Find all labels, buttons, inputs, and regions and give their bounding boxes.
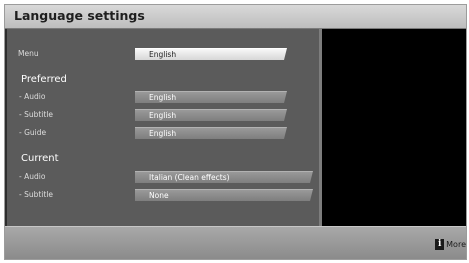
preferred-guide-field[interactable]: English [135,127,287,139]
preferred-subtitle-field[interactable]: English [135,109,287,121]
more-button[interactable]: i More [435,238,466,250]
current-subtitle-field[interactable]: None [135,189,313,201]
footer-bar: i More [5,226,466,259]
menu-language-field[interactable]: English [135,48,287,60]
title-bar: Language settings [5,5,466,29]
current-heading: Current [21,153,59,164]
current-subtitle-label: - Subtitle [19,190,54,199]
preferred-audio-field[interactable]: English [135,91,287,103]
preferred-guide-label: - Guide [19,128,47,137]
settings-panel: Menu English Preferred - Audio English -… [7,29,322,226]
current-audio-label: - Audio [19,172,46,181]
preferred-subtitle-label: - Subtitle [19,110,54,119]
language-settings-window: Language settings Menu English Preferred… [4,4,467,260]
preferred-heading: Preferred [21,74,67,85]
menu-label: Menu [18,49,39,58]
video-preview [322,29,466,226]
preferred-audio-label: - Audio [19,92,46,101]
more-label: More [446,239,466,249]
current-audio-field[interactable]: Italian (Clean effects) [135,171,313,183]
page-title: Language settings [14,8,145,23]
info-icon: i [435,238,445,250]
